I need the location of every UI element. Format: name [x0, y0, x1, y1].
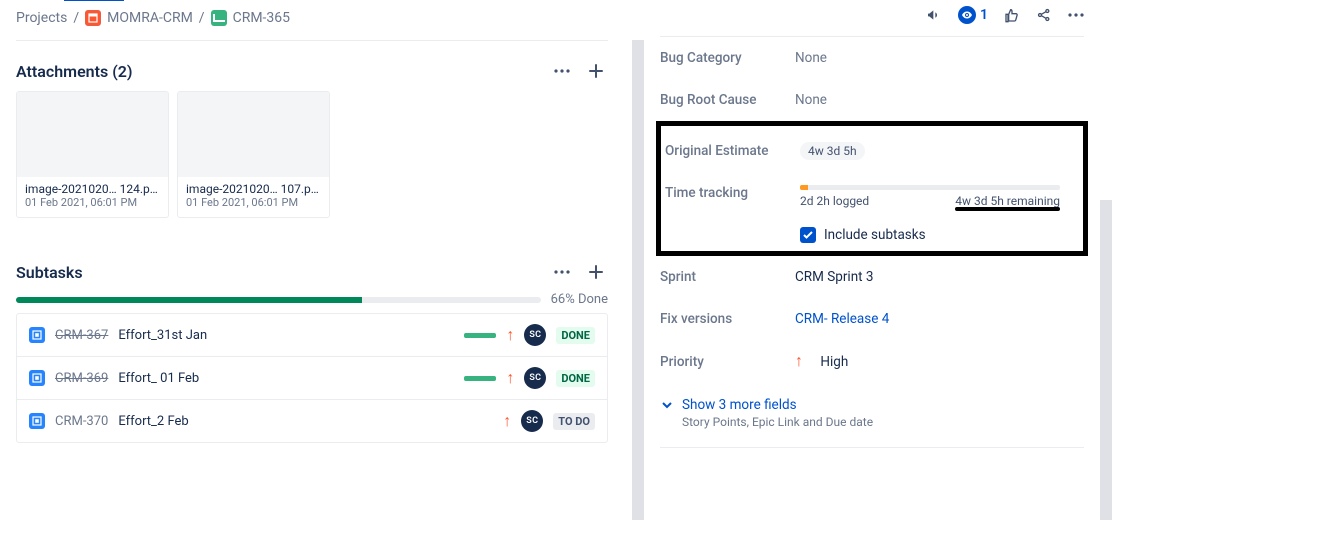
breadcrumb-projects[interactable]: Projects: [16, 10, 67, 26]
attachment-name: image-2021020… 124.png: [25, 182, 160, 196]
assignee-avatar[interactable]: SC: [524, 324, 546, 346]
subtask-key[interactable]: CRM-370: [55, 414, 108, 429]
priority-label: Priority: [660, 354, 795, 370]
subtask-type-icon: [29, 370, 45, 386]
scrollbar-left-indicator[interactable]: [632, 40, 644, 520]
subtask-key[interactable]: CRM-367: [55, 328, 108, 343]
attachments-heading: Attachments (2): [16, 62, 133, 81]
status-lozenge[interactable]: DONE: [556, 370, 595, 387]
attachments-more-button[interactable]: [550, 59, 574, 83]
attachment-card[interactable]: image-2021020… 124.png 01 Feb 2021, 06:0…: [16, 91, 169, 218]
project-icon: [85, 10, 101, 26]
give-feedback-button[interactable]: [926, 7, 942, 23]
scrollbar-right-indicator[interactable]: [1100, 200, 1112, 520]
subtask-title: Effort_ 01 Feb: [118, 371, 454, 386]
sprint-value[interactable]: CRM Sprint 3: [795, 269, 1084, 285]
breadcrumb-project[interactable]: MOMRA-CRM: [107, 10, 193, 26]
priority-icon: ↑: [503, 413, 511, 429]
attachment-preview: [178, 92, 329, 177]
subtasks-more-button[interactable]: [550, 260, 574, 284]
attachment-time: 01 Feb 2021, 06:01 PM: [186, 196, 321, 209]
bug-category-value[interactable]: None: [795, 50, 1084, 66]
subtask-title: Effort_2 Feb: [118, 414, 493, 429]
time-remaining-value: 4w 3d 5h remaining: [955, 194, 1060, 208]
sprint-label: Sprint: [660, 269, 795, 285]
breadcrumb: Projects / MOMRA-CRM / CRM-365: [16, 10, 608, 41]
show-more-description: Story Points, Epic Link and Due date: [660, 415, 1084, 448]
include-subtasks-label: Include subtasks: [824, 227, 926, 243]
include-subtasks-checkbox[interactable]: [800, 227, 816, 243]
vote-button[interactable]: [1004, 7, 1020, 23]
time-tracking-bar[interactable]: [800, 185, 1060, 190]
subtask-progress-bar: [464, 376, 496, 381]
assignee-avatar[interactable]: SC: [524, 367, 546, 389]
status-lozenge[interactable]: TO DO: [553, 413, 595, 430]
story-icon: [211, 10, 227, 26]
breadcrumb-issue[interactable]: CRM-365: [233, 10, 290, 26]
show-more-fields-button[interactable]: Show 3 more fields: [660, 383, 1084, 415]
add-attachment-button[interactable]: [584, 59, 608, 83]
subtasks-progress-label: 66% Done: [551, 292, 608, 307]
subtask-key[interactable]: CRM-369: [55, 371, 108, 386]
priority-icon: ↑: [506, 327, 514, 343]
add-subtask-button[interactable]: [584, 260, 608, 284]
subtask-progress-bar: [464, 333, 496, 338]
subtask-type-icon: [29, 413, 45, 429]
subtask-type-icon: [29, 327, 45, 343]
subtask-row[interactable]: CRM-367 Effort_31st Jan ↑ SC DONE: [17, 314, 607, 357]
attachment-time: 01 Feb 2021, 06:01 PM: [25, 196, 160, 209]
subtasks-progress-bar: [16, 297, 541, 303]
subtask-title: Effort_31st Jan: [118, 328, 454, 343]
original-estimate-value[interactable]: 4w 3d 5h: [800, 142, 865, 160]
attachment-name: image-2021020… 107.png: [186, 182, 321, 196]
attachment-card[interactable]: image-2021020… 107.png 01 Feb 2021, 06:0…: [177, 91, 330, 218]
bug-root-cause-label: Bug Root Cause: [660, 92, 795, 108]
priority-high-icon: ↑: [795, 351, 803, 370]
watch-button[interactable]: 1: [958, 6, 988, 24]
priority-icon: ↑: [506, 370, 514, 386]
watch-count: 1: [980, 7, 988, 23]
bug-root-cause-value[interactable]: None: [795, 92, 1084, 108]
original-estimate-label: Original Estimate: [665, 143, 800, 159]
subtask-row[interactable]: CRM-370 Effort_2 Feb ↑ SC TO DO: [17, 400, 607, 442]
bug-category-label: Bug Category: [660, 50, 795, 66]
share-button[interactable]: [1036, 7, 1052, 23]
time-logged-value: 2d 2h logged: [800, 194, 869, 208]
assignee-avatar[interactable]: SC: [521, 410, 543, 432]
more-actions-button[interactable]: [1068, 13, 1084, 17]
subtask-row[interactable]: CRM-369 Effort_ 01 Feb ↑ SC DONE: [17, 357, 607, 400]
time-tracking-label: Time tracking: [665, 185, 800, 201]
status-lozenge[interactable]: DONE: [556, 327, 595, 344]
priority-value[interactable]: ↑ High: [795, 353, 1084, 370]
subtasks-heading: Subtasks: [16, 263, 83, 282]
fix-versions-label: Fix versions: [660, 311, 795, 327]
attachment-preview: [17, 92, 168, 177]
fix-versions-value[interactable]: CRM- Release 4: [795, 311, 1084, 327]
